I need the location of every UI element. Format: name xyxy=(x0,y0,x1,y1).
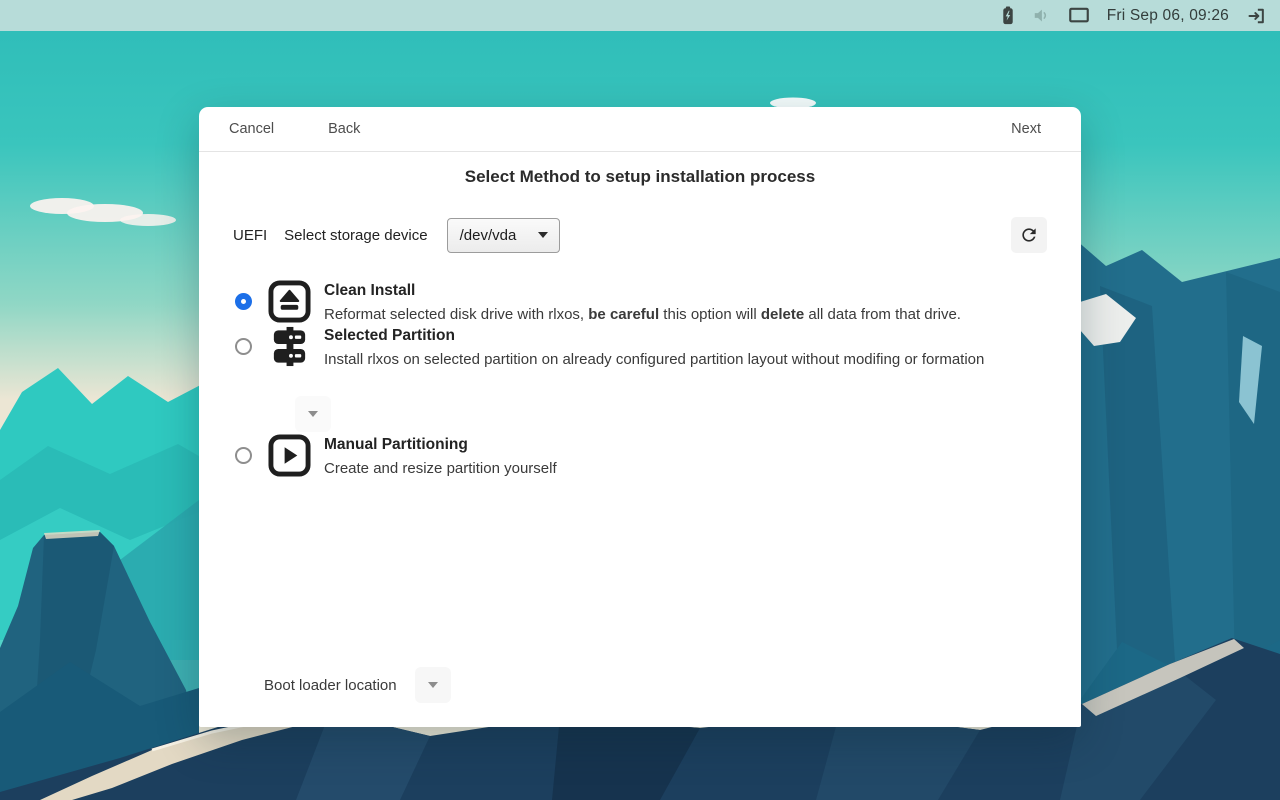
display-icon[interactable] xyxy=(1069,7,1089,24)
option-text: Selected Partition Install rlxos on sele… xyxy=(324,325,984,370)
option-selected-partition-block: Selected Partition Install rlxos on sele… xyxy=(233,325,1047,432)
option-clean-install[interactable]: Clean Install Reformat selected disk dri… xyxy=(233,280,1047,325)
battery-charging-icon[interactable] xyxy=(1002,5,1014,26)
logout-icon[interactable] xyxy=(1247,6,1267,26)
radio-manual-partitioning[interactable] xyxy=(235,447,252,464)
cancel-button[interactable]: Cancel xyxy=(220,117,283,141)
option-manual-partitioning[interactable]: Manual Partitioning Create and resize pa… xyxy=(233,434,1047,479)
bootloader-label: Boot loader location xyxy=(264,677,397,694)
dialog-header: Cancel Back Next xyxy=(199,107,1081,152)
refresh-icon xyxy=(1019,225,1039,245)
option-title: Clean Install xyxy=(324,282,961,300)
option-text: Clean Install Reformat selected disk dri… xyxy=(324,280,961,325)
option-selected-partition[interactable]: Selected Partition Install rlxos on sele… xyxy=(233,325,1047,370)
page-title: Select Method to setup installation proc… xyxy=(199,167,1081,187)
firmware-mode-label: UEFI xyxy=(233,227,267,244)
storage-device-value: /dev/vda xyxy=(460,227,517,244)
storage-stack-icon xyxy=(268,325,311,368)
eject-icon xyxy=(268,280,311,323)
option-description: Reformat selected disk drive with rlxos,… xyxy=(324,306,961,325)
chevron-down-icon xyxy=(428,682,438,688)
bootloader-location-select[interactable] xyxy=(415,667,451,703)
next-button[interactable]: Next xyxy=(1002,117,1050,141)
option-title: Manual Partitioning xyxy=(324,436,557,454)
option-text: Manual Partitioning Create and resize pa… xyxy=(324,434,557,479)
option-title: Selected Partition xyxy=(324,327,984,345)
panel-clock[interactable]: Fri Sep 06, 09:26 xyxy=(1107,7,1229,25)
top-panel: Fri Sep 06, 09:26 xyxy=(0,0,1280,31)
storage-device-select[interactable]: /dev/vda xyxy=(447,218,560,253)
chevron-down-icon xyxy=(538,232,548,238)
volume-icon[interactable] xyxy=(1032,6,1051,25)
option-description: Install rlxos on selected partition on a… xyxy=(324,351,984,370)
radio-selected-partition[interactable] xyxy=(235,338,252,355)
dialog-spacer xyxy=(199,478,1081,667)
chevron-down-icon xyxy=(308,411,318,417)
install-method-options: Clean Install Reformat selected disk dri… xyxy=(199,280,1081,478)
radio-clean-install[interactable] xyxy=(235,293,252,310)
option-description: Create and resize partition yourself xyxy=(324,460,557,479)
back-button[interactable]: Back xyxy=(319,117,369,141)
bootloader-row: Boot loader location xyxy=(199,667,1081,727)
storage-device-row: UEFI Select storage device /dev/vda xyxy=(199,217,1081,253)
slideshow-icon xyxy=(268,434,311,477)
partition-select[interactable] xyxy=(295,396,331,432)
refresh-devices-button[interactable] xyxy=(1011,217,1047,253)
storage-device-label: Select storage device xyxy=(284,227,427,244)
installer-dialog: Cancel Back Next Select Method to setup … xyxy=(199,107,1081,727)
